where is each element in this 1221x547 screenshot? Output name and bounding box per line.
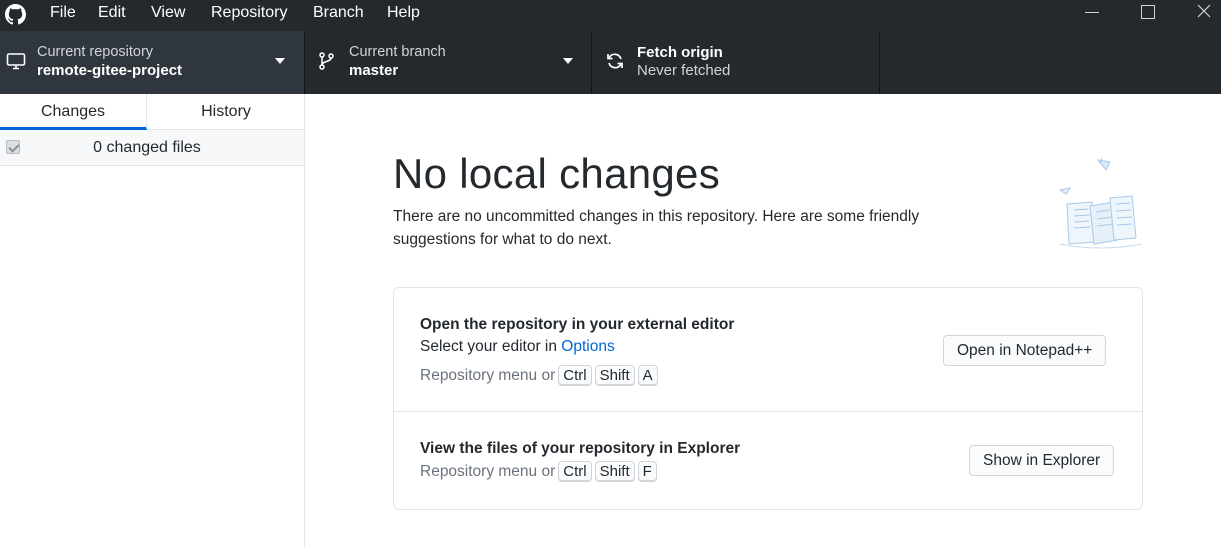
caret-down-icon [563, 58, 573, 64]
branch-icon [319, 52, 334, 70]
github-logo-icon [5, 4, 26, 25]
maximize-icon [1141, 5, 1155, 19]
changed-files-count: 0 changed files [93, 139, 201, 156]
close-icon [1197, 4, 1211, 18]
menu-edit[interactable]: Edit [96, 0, 128, 31]
fetch-origin-title: Fetch origin [637, 44, 723, 61]
sidebar-tabs: Changes History [0, 94, 304, 130]
tab-changes[interactable]: Changes [0, 94, 147, 130]
current-branch-button[interactable]: Current branch master [305, 31, 592, 94]
minimize-icon [1085, 12, 1099, 13]
changes-list-header: 0 changed files [0, 130, 304, 166]
suggested-actions: Open the repository in your external edi… [393, 287, 1143, 510]
sidebar: Changes History 0 changed files [0, 94, 305, 547]
shortcut-hint-prefix: Repository menu or [420, 366, 556, 384]
maximize-button[interactable] [1124, 0, 1170, 26]
tab-history[interactable]: History [148, 94, 304, 130]
menu-view[interactable]: View [149, 0, 187, 31]
show-in-explorer-action: View the files of your repository in Exp… [394, 412, 1142, 509]
menu-file[interactable]: File [48, 0, 78, 31]
open-in-notepad-button[interactable]: Open in Notepad++ [943, 335, 1107, 366]
show-in-explorer-button[interactable]: Show in Explorer [969, 445, 1115, 476]
open-editor-text: Select your editor in Options [420, 338, 615, 356]
current-branch-name: master [349, 62, 399, 79]
kbd-shift: Shift [594, 365, 635, 386]
current-branch-label: Current branch [349, 44, 446, 60]
page-description: There are no uncommitted changes in this… [393, 208, 920, 248]
open-editor-shortcut-hint: Repository menu or Ctrl Shift A [420, 365, 658, 386]
computer-icon [6, 53, 26, 70]
toolbar: Current repository remote-gitee-project … [0, 31, 1221, 94]
menu-help[interactable]: Help [385, 0, 422, 31]
caret-down-icon [275, 58, 285, 64]
title-bar: File Edit View Repository Branch Help [0, 0, 1221, 31]
shortcut-hint-prefix: Repository menu or [420, 462, 556, 480]
fetch-status: Never fetched [637, 62, 731, 79]
kbd-f: F [637, 461, 657, 482]
open-editor-title: Open the repository in your external edi… [420, 316, 735, 333]
empty-state-illustration-icon [1058, 157, 1143, 249]
kbd-a: A [637, 365, 658, 386]
kbd-ctrl: Ctrl [558, 461, 592, 482]
options-link[interactable]: Options [561, 338, 614, 355]
current-repository-name: remote-gitee-project [37, 62, 183, 79]
minimize-button[interactable] [1069, 0, 1115, 26]
no-changes-view: No local changes There are no uncommitte… [306, 94, 1221, 547]
open-editor-text-prefix: Select your editor in [420, 338, 562, 355]
open-in-editor-action: Open the repository in your external edi… [394, 288, 1142, 412]
current-repository-label: Current repository [37, 44, 154, 60]
fetch-origin-button[interactable]: Fetch origin Never fetched [592, 31, 880, 94]
kbd-ctrl: Ctrl [558, 365, 592, 386]
close-button[interactable] [1180, 0, 1221, 26]
menu-repository[interactable]: Repository [209, 0, 289, 31]
show-explorer-shortcut-hint: Repository menu or Ctrl Shift F [420, 461, 657, 482]
kbd-shift: Shift [594, 461, 635, 482]
show-explorer-title: View the files of your repository in Exp… [420, 440, 741, 457]
menu-branch[interactable]: Branch [311, 0, 366, 31]
page-title: No local changes [393, 150, 720, 197]
sync-icon [607, 53, 623, 69]
current-repository-button[interactable]: Current repository remote-gitee-project [0, 31, 305, 94]
